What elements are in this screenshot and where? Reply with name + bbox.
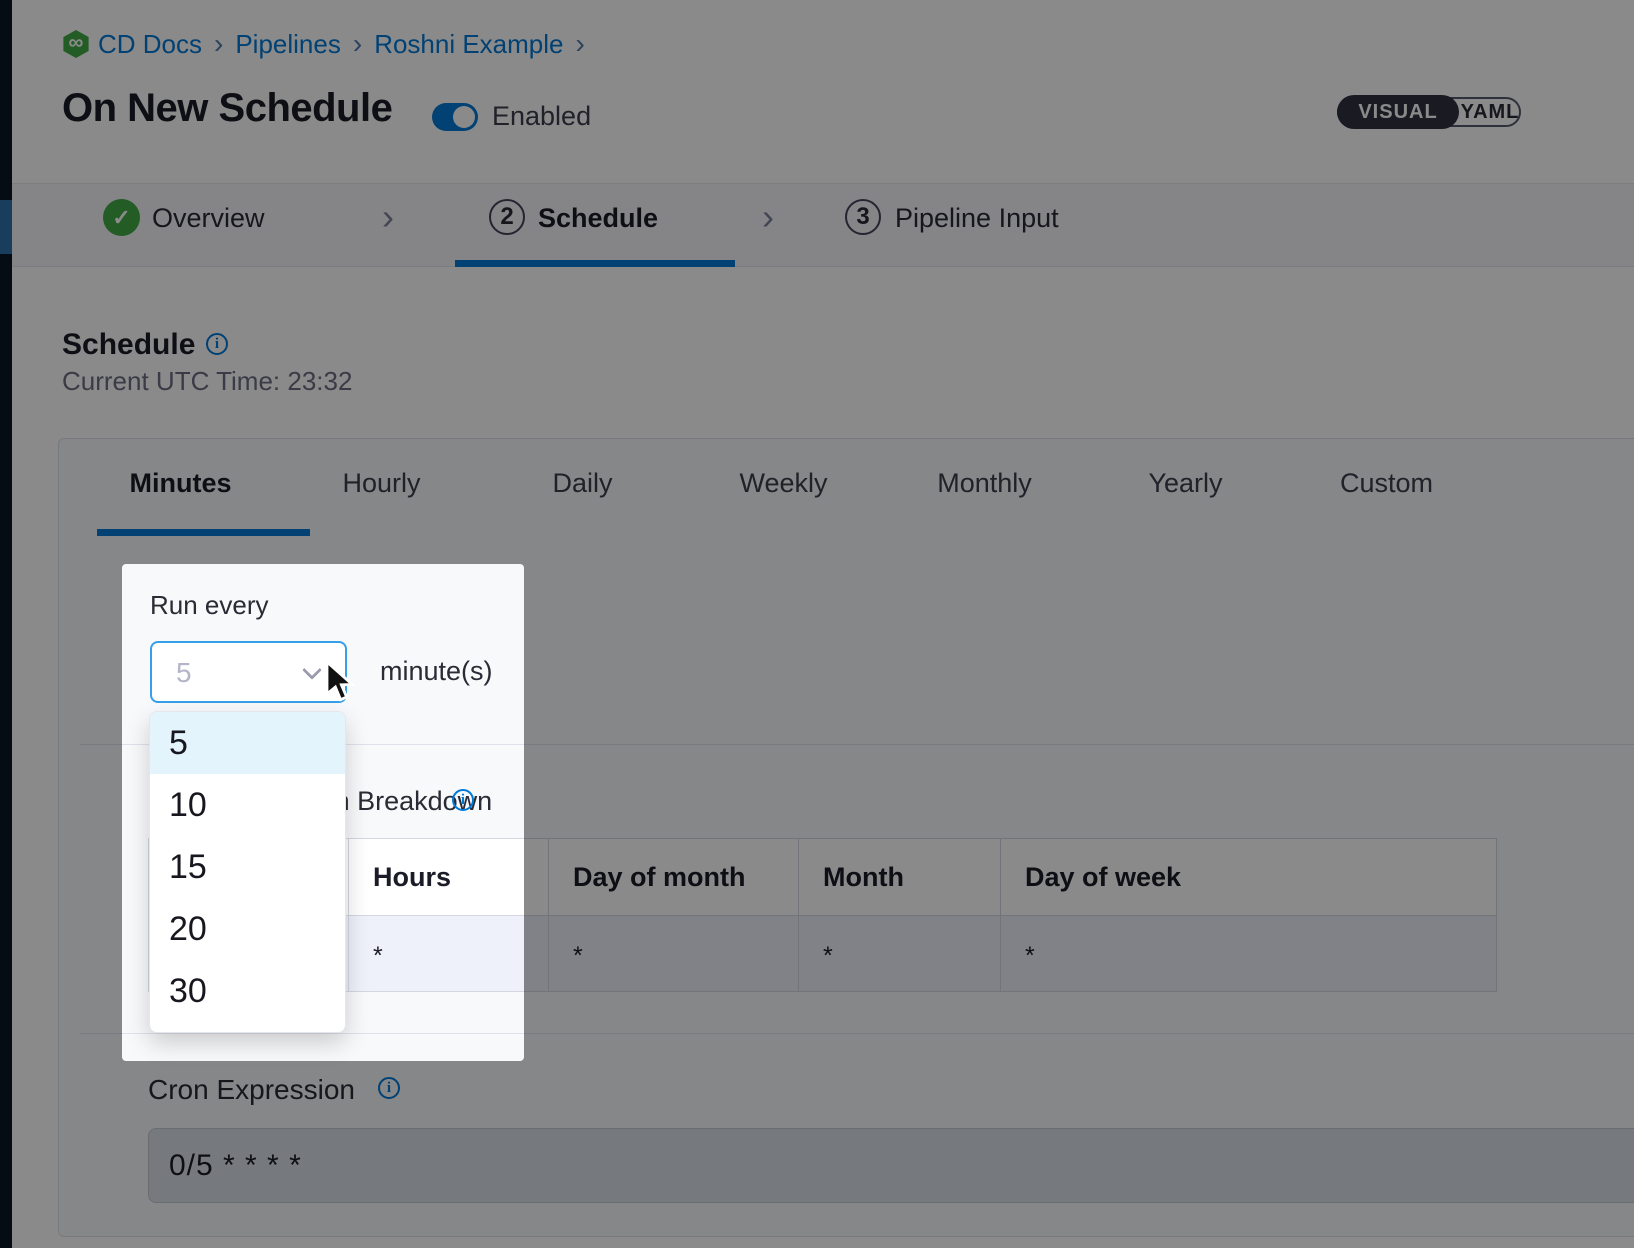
left-nav-rail[interactable] [0,0,12,1248]
minutes-unit-label: minute(s) [380,656,493,687]
col-header-day-of-week: Day of week [1001,839,1496,916]
tab-weekly[interactable]: Weekly [683,468,884,499]
col-header-hours: Hours [349,839,549,916]
section-divider [80,1033,1634,1034]
tab-custom[interactable]: Custom [1286,468,1487,499]
chevron-down-icon [302,660,322,680]
page-title: On New Schedule [62,86,392,131]
chevron-right-icon: › [382,196,394,238]
step-schedule[interactable]: Schedule [538,203,658,234]
breadcrumb-separator-icon: › [353,30,362,58]
dropdown-option-15[interactable]: 15 [150,836,345,898]
step-pipeline-input[interactable]: Pipeline Input [895,203,1059,234]
dropdown-option-5[interactable]: 5 [150,712,345,774]
cron-expression-label: Cron Expression [148,1074,355,1106]
breadcrumb-separator-icon: › [576,30,585,58]
current-utc-time: Current UTC Time: 23:32 [62,366,352,397]
tab-hourly[interactable]: Hourly [281,468,482,499]
cron-breakdown-table: Minutes Hours Day of month Month Day of … [148,838,1497,992]
info-icon[interactable]: i [206,333,228,355]
visual-tab[interactable]: VISUAL [1337,95,1459,129]
cell-day-of-week: * [1001,916,1496,991]
step-3-badge: 3 [845,199,881,235]
dropdown-option-30[interactable]: 30 [150,960,345,1022]
step-complete-check-icon: ✓ [103,199,140,236]
active-tab-underline [97,529,310,536]
tab-daily[interactable]: Daily [482,468,683,499]
trigger-schedule-page: ∞ CD Docs › Pipelines › Roshni Example ›… [0,0,1634,1248]
frequency-tabs: Minutes Hourly Daily Weekly Monthly Year… [80,468,1487,499]
enabled-toggle[interactable] [432,103,478,131]
cell-hours: * [349,916,549,991]
breadcrumb-pipeline-name[interactable]: Roshni Example [374,29,563,60]
dropdown-option-20[interactable]: 20 [150,898,345,960]
col-header-day-of-month: Day of month [549,839,799,916]
info-icon[interactable]: i [452,789,474,811]
pipeline-infinity-icon: ∞ [62,30,90,58]
step-overview[interactable]: Overview [152,203,265,234]
chevron-right-icon: › [762,196,774,238]
breadcrumb: CD Docs › Pipelines › Roshni Example › [98,28,585,60]
breadcrumb-pipelines[interactable]: Pipelines [235,29,341,60]
schedule-heading: Schedule [62,328,195,362]
step-2-badge: 2 [489,199,525,235]
yaml-tab[interactable]: YAML [1459,95,1521,129]
info-icon[interactable]: i [378,1077,400,1099]
nav-rail-active-item[interactable] [0,200,12,254]
minutes-select-value: 5 [176,657,192,689]
tab-monthly[interactable]: Monthly [884,468,1085,499]
tab-minutes[interactable]: Minutes [80,468,281,499]
enabled-label: Enabled [492,101,591,132]
breadcrumb-separator-icon: › [214,30,223,58]
minutes-dropdown-menu: 5 10 15 20 30 [149,711,346,1033]
cron-expression-input[interactable]: 0/5 * * * * [148,1128,1634,1203]
col-header-month: Month [799,839,1001,916]
minutes-select[interactable]: 5 [150,641,347,703]
table-row: * * * * * [149,916,1496,991]
breadcrumb-cd-docs[interactable]: CD Docs [98,29,202,60]
toggle-knob [453,106,475,128]
cell-month: * [799,916,1001,991]
table-header-row: Minutes Hours Day of month Month Day of … [149,839,1496,916]
dropdown-option-10[interactable]: 10 [150,774,345,836]
run-every-label: Run every [150,590,269,621]
visual-yaml-switch: VISUAL YAML [1337,95,1521,129]
tab-yearly[interactable]: Yearly [1085,468,1286,499]
active-step-underline [455,260,735,267]
cell-day-of-month: * [549,916,799,991]
